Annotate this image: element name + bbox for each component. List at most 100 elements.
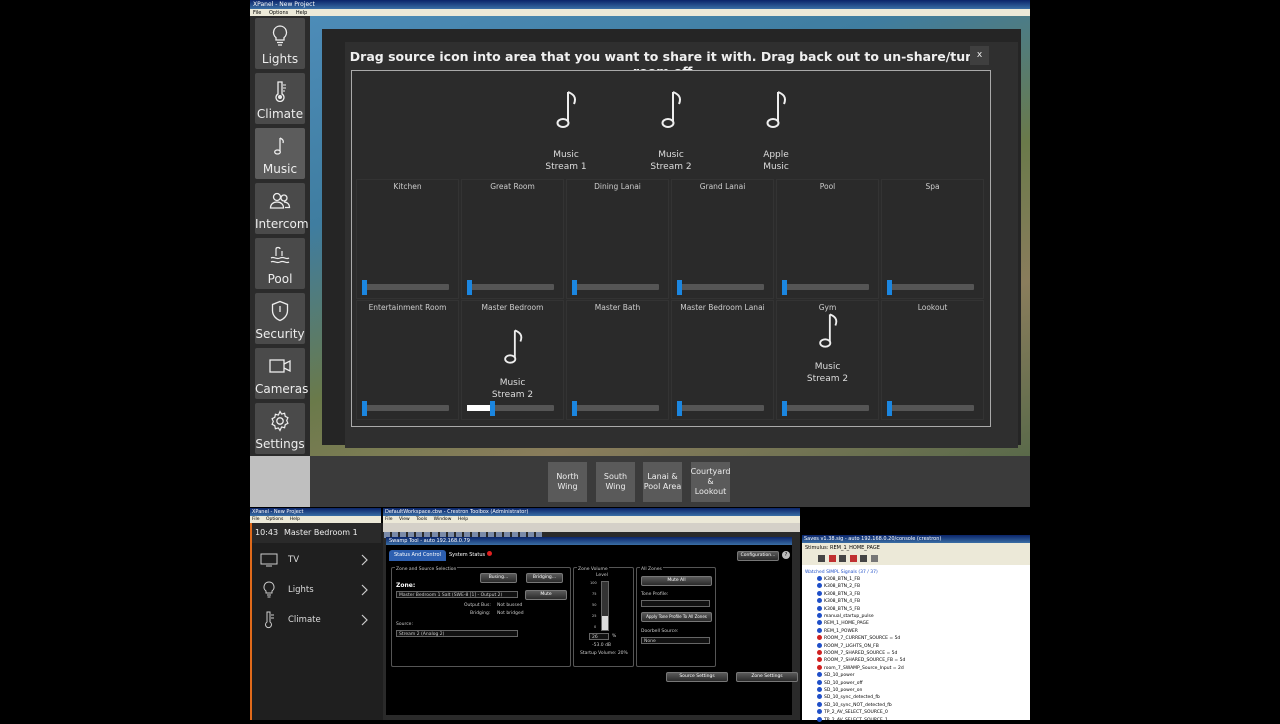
volume-slider[interactable] [467, 401, 554, 416]
wing-north-button[interactable]: North Wing [548, 462, 587, 502]
source-settings-button[interactable]: Source Settings [666, 672, 728, 682]
volume-knob[interactable] [362, 280, 367, 295]
menu-window[interactable]: Window [434, 517, 452, 522]
zone-tile[interactable]: Kitchen [356, 179, 459, 299]
volume-slider[interactable] [362, 280, 449, 295]
mute-all-button[interactable]: Mute All [641, 576, 712, 586]
mute-button[interactable]: Mute [525, 590, 567, 600]
sidebar-item-settings[interactable]: Settings [255, 403, 305, 454]
zone-tile[interactable]: Lookout [881, 300, 984, 420]
zone-tile[interactable]: Great Room [461, 179, 564, 299]
signal-row[interactable]: SD_10_power_on [808, 687, 862, 694]
toolbar-button[interactable] [849, 555, 857, 562]
menu-help[interactable]: Help [458, 517, 468, 522]
zone-tile[interactable]: Master Bedroom Music Stream 2 [461, 300, 564, 420]
menu-file[interactable]: File [252, 517, 260, 522]
busing-button[interactable]: Busing... [480, 573, 517, 583]
volume-knob[interactable] [887, 280, 892, 295]
source-music-stream-2[interactable]: Music Stream 2 [641, 89, 701, 173]
zone-active-source[interactable]: Music Stream 2 [777, 311, 878, 385]
zone-tile[interactable]: Master Bedroom Lanai [671, 300, 774, 420]
volume-knob[interactable] [782, 401, 787, 416]
toolbar-button[interactable] [860, 555, 868, 562]
volume-slider[interactable] [362, 401, 449, 416]
apply-tone-button[interactable]: Apply Tone Profile To All Zones [641, 612, 712, 622]
zone-tile[interactable]: Pool [776, 179, 879, 299]
zone-tile[interactable]: Grand Lanai [671, 179, 774, 299]
signal-row[interactable]: REM_1_HOME_PAGE [808, 620, 869, 627]
bridging-button[interactable]: Bridging... [526, 573, 563, 583]
volume-knob[interactable] [490, 401, 495, 416]
sidebar-item-intercom[interactable]: Intercom [255, 183, 309, 234]
volume-slider[interactable] [572, 280, 659, 295]
toolbar-button[interactable] [870, 555, 878, 562]
signal-row[interactable]: SD_10_sync_NOT_detected_fb [808, 701, 892, 709]
signal-row[interactable]: SD_10_sync_detected_fb [808, 694, 880, 701]
zone-tile[interactable]: Dining Lanai [566, 179, 669, 299]
volume-slider[interactable] [677, 280, 764, 295]
volume-knob[interactable] [572, 280, 577, 295]
signal-row[interactable]: K308_BTN_2_FB [808, 583, 860, 590]
menu-help[interactable]: Help [290, 517, 300, 522]
sidebar-item-climate[interactable]: Climate [255, 73, 305, 124]
volume-knob[interactable] [887, 401, 892, 416]
menu-options[interactable]: Options [266, 517, 283, 522]
volume-slider[interactable] [887, 280, 974, 295]
source-select[interactable]: Stream 2 (Analog 2) [396, 630, 518, 637]
configuration-button[interactable]: Configuration... [737, 551, 779, 561]
wing-courtyard-lookout-button[interactable]: Courtyard & Lookout [691, 462, 730, 502]
sidebar-item-music[interactable]: Music [255, 128, 305, 179]
volume-slider[interactable] [601, 581, 609, 631]
signal-group-header[interactable]: Watched SIMPL Signals (37 / 37) [805, 569, 878, 576]
source-music-stream-1[interactable]: Music Stream 1 [536, 89, 596, 173]
volume-knob[interactable] [782, 280, 787, 295]
volume-knob[interactable] [362, 401, 367, 416]
signal-row[interactable]: ROOM_7_SHARED_SOURCE = 5d [808, 650, 897, 657]
tab-status-and-control[interactable]: Status And Control [389, 550, 446, 561]
toolbar-button[interactable] [818, 555, 825, 562]
signal-row[interactable]: REM_1_POWER [808, 627, 858, 635]
signal-row[interactable]: SD_10_power [808, 672, 854, 679]
signal-row[interactable]: room_7_SWAMP_Source_Input = 2d [808, 664, 904, 672]
sidebar-item-lights[interactable]: Lights [255, 18, 305, 69]
volume-knob[interactable] [677, 401, 682, 416]
signal-row[interactable]: K308_BTN_3_FB [808, 590, 860, 598]
signal-row[interactable]: K308_BTN_5_FB [808, 605, 860, 613]
room-item-lights[interactable]: Lights [252, 577, 381, 603]
signal-row[interactable]: ROOM_7_SHARED_SOURCE_FB = 5d [808, 657, 905, 664]
volume-slider[interactable] [677, 401, 764, 416]
zone-tile[interactable]: Master Bath [566, 300, 669, 420]
zone-select[interactable]: Master Bedroom 1 Salt (SWE-8 [1] - Outpu… [396, 591, 518, 598]
close-button[interactable]: x [970, 46, 989, 65]
wing-lanai-pool-button[interactable]: Lanai & Pool Area [643, 462, 682, 502]
zone-tile[interactable]: Entertainment Room [356, 300, 459, 420]
volume-slider[interactable] [782, 280, 869, 295]
zone-tile[interactable]: Spa [881, 179, 984, 299]
volume-knob[interactable] [677, 280, 682, 295]
menu-tools[interactable]: Tools [416, 517, 427, 522]
source-apple-music[interactable]: Apple Music [746, 89, 806, 173]
signal-row[interactable]: ROOM_7_LIGHTS_ON_FB [808, 642, 879, 650]
volume-slider[interactable] [572, 401, 659, 416]
zone-active-source[interactable]: Music Stream 2 [462, 327, 563, 401]
room-item-climate[interactable]: Climate [252, 607, 381, 633]
menu-view[interactable]: View [399, 517, 410, 522]
signal-row[interactable]: TP_2_AV_SELECT_SOURCE_0 [808, 709, 888, 716]
doorbell-source-select[interactable]: None [641, 637, 710, 644]
zone-settings-button[interactable]: Zone Settings [736, 672, 798, 682]
volume-slider[interactable] [887, 401, 974, 416]
tab-system-status[interactable]: System Status [444, 550, 497, 561]
signal-row[interactable]: K308_BTN_4_FB [808, 598, 860, 605]
sidebar-item-security[interactable]: Security [255, 293, 305, 344]
tone-profile-select[interactable] [641, 600, 710, 607]
zone-tile[interactable]: Gym Music Stream 2 [776, 300, 879, 420]
level-input[interactable]: 26 [589, 633, 609, 640]
signal-row[interactable]: SD_10_power_off [808, 679, 863, 687]
sidebar-item-cameras[interactable]: Cameras [255, 348, 308, 399]
menu-file[interactable]: File [385, 517, 393, 522]
sidebar-item-pool[interactable]: Pool [255, 238, 305, 289]
toolbar-button[interactable] [828, 555, 836, 562]
volume-slider[interactable] [467, 280, 554, 295]
volume-slider[interactable] [782, 401, 869, 416]
signal-row[interactable]: TP_2_AV_SELECT_SOURCE_1 [808, 716, 888, 724]
